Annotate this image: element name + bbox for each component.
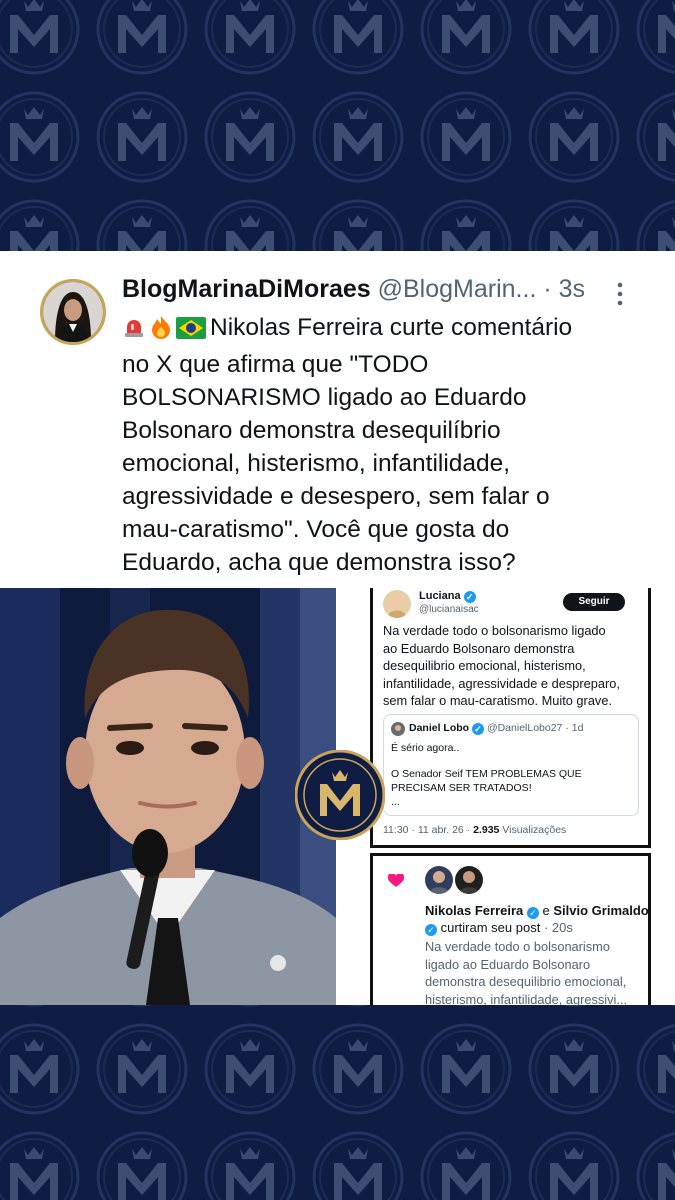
verified-badge-icon: ✓ — [526, 907, 539, 919]
tweet-text-line: no X que afirma que "TODO — [122, 351, 429, 378]
top-brand-pattern — [0, 0, 675, 251]
quoted-post[interactable]: Daniel Lobo ✓ @DanielLobo27 · 1d É sério… — [383, 714, 639, 816]
liked-post-preview: Na verdade todo o bolsonarismo ligado ao… — [425, 938, 650, 1005]
views-label: Visualizações — [502, 824, 567, 836]
embedded-body-line: infantilidade, agressividade e desprepar… — [383, 675, 620, 691]
liked-post-line: demonstra desequilibrio emocional, — [425, 974, 627, 989]
nikolas-avatar[interactable] — [425, 866, 453, 894]
like-notification-screenshot[interactable]: Nikolas Ferreira ✓ e Silvio Grimaldo ✓ c… — [370, 853, 651, 1005]
brand-pattern-svg — [0, 0, 675, 251]
verified-badge-icon: ✓ — [425, 924, 437, 936]
views-count: 2.935 — [473, 824, 500, 836]
tweet-card[interactable]: BlogMarinaDiMoraes @BlogMarin... · 3s Ni… — [0, 251, 675, 588]
embedded-body-line: sem falar o mau-caratismo. Muito grave. — [383, 693, 613, 708]
brand-medallion-logo — [294, 749, 386, 841]
tweet-media[interactable]: Luciana ✓ @lucianaisac Seguir Na verdade… — [0, 588, 675, 1005]
tweet-text-line: agressividade e desespero, sem falar o — [122, 483, 550, 510]
quoted-author[interactable]: Daniel Lobo ✓ @DanielLobo27 · 1d — [409, 722, 583, 735]
post-age[interactable]: 3s — [559, 275, 585, 303]
tweet-text-line: emocional, histerismo, infantilidade, — [122, 450, 511, 477]
fire-icon — [150, 315, 172, 348]
bottom-brand-pattern — [0, 1005, 675, 1200]
tweet-text-line: Bolsonaro demonstra desequilíbrio — [122, 417, 501, 444]
quoted-separator: · — [565, 722, 569, 734]
embedded-author-name-text: Luciana — [419, 590, 461, 602]
like-action: curtiram seu post — [440, 920, 541, 935]
liked-post-line: histerismo, infantilidade, agressivi... — [425, 991, 627, 1006]
embedded-author-handle[interactable]: @lucianaisac — [419, 604, 479, 615]
embedded-author-name[interactable]: Luciana ✓ — [419, 590, 476, 603]
post-meta: 11:30 · 11 abr. 26 · 2.935 Visualizações — [383, 824, 566, 836]
user-handle[interactable]: @BlogMarin... — [378, 275, 537, 303]
luciana-avatar[interactable] — [383, 590, 411, 618]
daniel-lobo-avatar — [391, 722, 405, 736]
display-name[interactable]: BlogMarinaDiMoraes — [122, 275, 371, 303]
photo-man-at-microphone[interactable] — [0, 588, 336, 1005]
siren-icon — [122, 315, 146, 348]
like-age: 20s — [551, 920, 573, 935]
follow-button[interactable]: Seguir — [563, 593, 625, 611]
post-timestamp: 11:30 · 11 abr. 26 · — [383, 824, 471, 836]
heart-icon — [387, 872, 405, 893]
embedded-post-body: Na verdade todo o bolsonarismo ligado ao… — [383, 622, 645, 710]
silvio-avatar[interactable] — [455, 866, 483, 894]
quoted-author-name: Daniel Lobo — [409, 722, 470, 734]
quoted-line: ... — [391, 796, 400, 808]
tweet-text: Nikolas Ferreira curte comentário no X q… — [122, 311, 642, 579]
liker-name-2[interactable]: Silvio Grimaldo — [553, 903, 648, 918]
tweet-line-1: Nikolas Ferreira curte comentário — [122, 311, 642, 348]
separator-dot: · — [543, 275, 552, 303]
more-options-icon[interactable] — [612, 281, 628, 307]
tweet-text-line: BOLSONARISMO ligado ao Eduardo — [122, 384, 527, 411]
quoted-age: 1d — [571, 722, 584, 734]
verified-badge-icon: ✓ — [463, 591, 476, 603]
embedded-post-screenshot[interactable]: Luciana ✓ @lucianaisac Seguir Na verdade… — [370, 588, 651, 848]
like-summary: Nikolas Ferreira ✓ e Silvio Grimaldo ✓ c… — [425, 902, 650, 936]
quoted-line: É sério agora.. — [391, 742, 460, 754]
tweet-text-line: Nikolas Ferreira curte comentário — [210, 314, 573, 341]
tweet-text-line: mau-caratismo". Você que gosta do — [122, 516, 510, 543]
liker-joiner: e — [542, 903, 550, 918]
liked-post-line: ligado ao Eduardo Bolsonaro — [425, 956, 591, 972]
quoted-line: PRECISAM SER TRATADOS! — [391, 782, 532, 794]
tweet-text-line: Eduardo, acha que demonstra isso? — [122, 549, 516, 576]
author-avatar[interactable] — [40, 279, 106, 345]
embedded-body-line: ao Eduardo Bolsonaro demonstra — [383, 640, 575, 656]
embedded-body-line: desequilibrio emocional, histerismo, — [383, 658, 586, 673]
embedded-body-line: Na verdade todo o bolsonarismo ligado — [383, 623, 606, 638]
brand-pattern-svg — [0, 1005, 675, 1200]
liker-name-1[interactable]: Nikolas Ferreira — [425, 903, 523, 918]
tweet-header: BlogMarinaDiMoraes @BlogMarin... · 3s — [122, 275, 602, 309]
quoted-line: O Senador Seif TEM PROBLEMAS QUE — [391, 768, 582, 780]
brazil-flag-icon — [176, 315, 206, 348]
liked-post-line: Na verdade todo o bolsonarismo — [425, 939, 610, 954]
quoted-author-handle: @DanielLobo27 — [486, 722, 563, 734]
like-separator: · — [543, 920, 549, 935]
verified-badge-icon: ✓ — [472, 723, 485, 735]
